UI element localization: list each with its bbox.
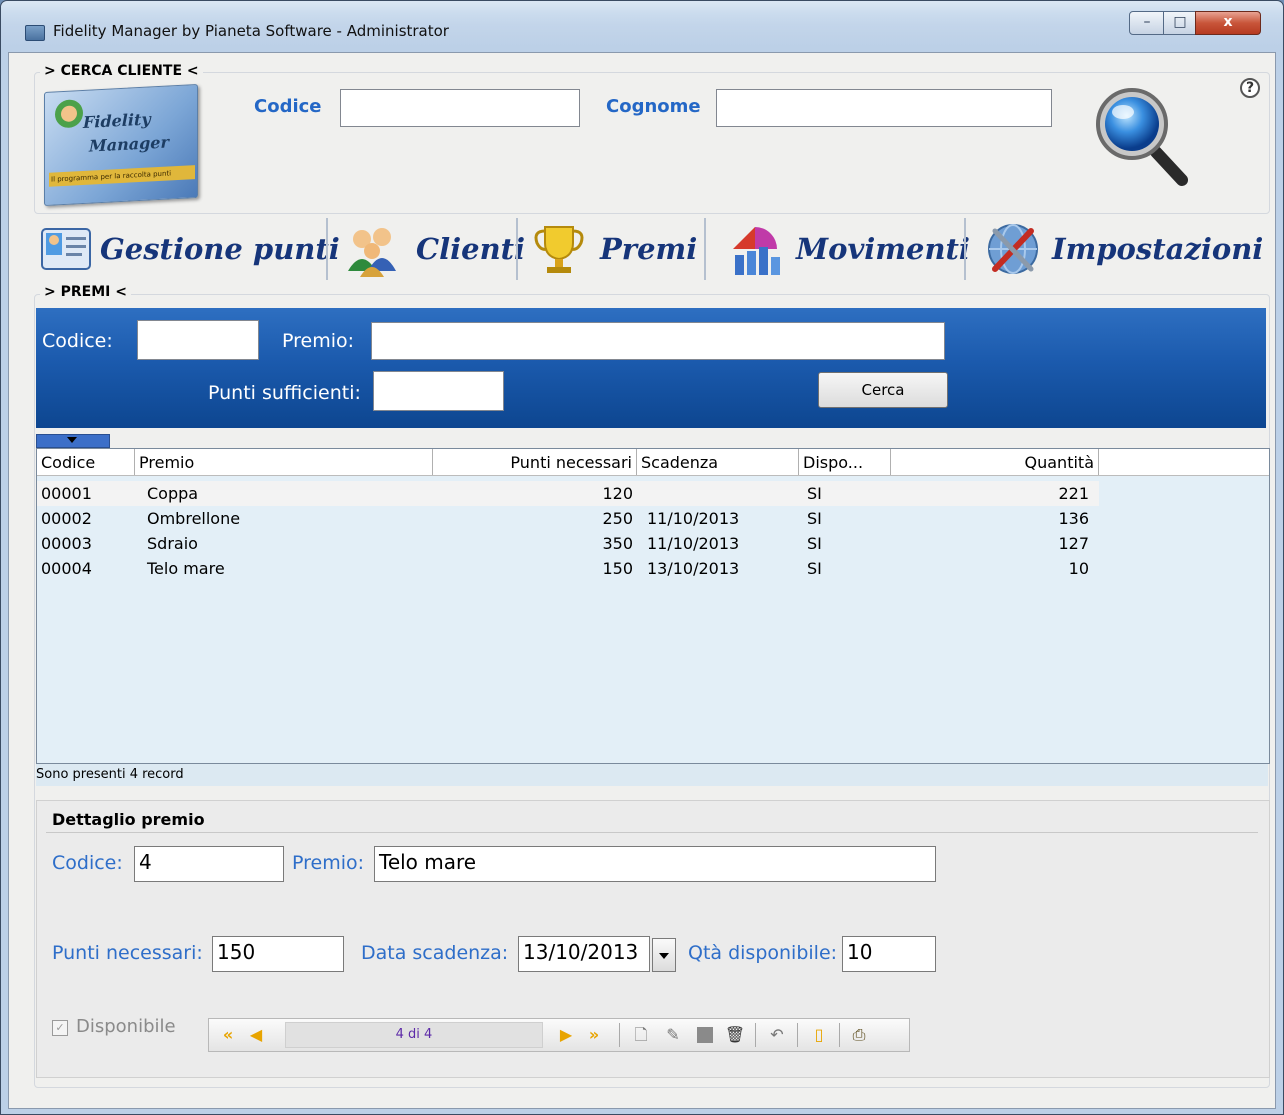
grid-expand-toggle[interactable] [36, 434, 110, 448]
users-icon [348, 228, 396, 277]
disponibile-label: Disponibile [76, 1016, 176, 1037]
first-record-icon[interactable]: « [215, 1023, 241, 1047]
nav-separator [326, 218, 328, 280]
nav-clienti[interactable]: Clienti [334, 216, 525, 282]
print-icon[interactable]: ⎙ [847, 1023, 871, 1047]
nav-label: Movimenti [796, 232, 970, 266]
chevron-down-icon [659, 953, 669, 959]
punti-sufficienti-label: Punti sufficienti: [208, 382, 361, 404]
nav-label: Clienti [416, 232, 526, 266]
divider [46, 832, 1258, 833]
record-count-status: Sono presenti 4 record [36, 764, 1268, 786]
next-record-icon[interactable]: ▶ [555, 1023, 577, 1047]
column-header-disponibile[interactable]: Dispo... [799, 449, 891, 475]
column-header-scadenza[interactable]: Scadenza [637, 449, 799, 475]
column-header-quantita[interactable]: Quantità [891, 449, 1099, 475]
cerca-cliente-group [34, 72, 1270, 214]
trophy-icon [534, 226, 584, 273]
column-header-punti[interactable]: Punti necessari [433, 449, 637, 475]
qta-disponibile-input[interactable]: 10 [842, 936, 936, 972]
table-row[interactable]: 00002 Ombrellone 250 11/10/2013 SI 136 [37, 506, 1099, 531]
record-navigator: « ◀ 4 di 4 ▶ » 🗋 ✎ 🗑 ↶ ▯ ⎙ [208, 1018, 910, 1052]
premi-premio-input[interactable] [371, 322, 945, 360]
new-record-icon[interactable]: 🗋 [629, 1023, 653, 1047]
last-record-icon[interactable]: » [581, 1023, 607, 1047]
nav-label: Gestione punti [100, 232, 340, 266]
chart-icon [733, 227, 780, 275]
disponibile-checkbox[interactable]: ✓ [52, 1020, 68, 1036]
table-row[interactable]: 00001 Coppa 120 SI 221 [37, 481, 1099, 506]
delete-record-icon[interactable]: 🗑 [723, 1023, 747, 1047]
minimize-button[interactable]: – [1129, 11, 1165, 35]
edit-record-icon[interactable]: ✎ [661, 1023, 685, 1047]
exit-icon[interactable]: ▯ [807, 1023, 831, 1047]
detail-codice-input[interactable]: 4 [134, 846, 284, 882]
help-icon[interactable]: ? [1240, 78, 1260, 98]
nav-label: Impostazioni [1052, 232, 1264, 266]
premi-legend: > PREMI < [40, 284, 131, 300]
codice-label: Codice [254, 96, 322, 117]
undo-icon[interactable]: ↶ [765, 1023, 789, 1047]
detail-premio-label: Premio: [292, 852, 365, 874]
premi-grid: Codice Premio Punti necessari Scadenza D… [36, 448, 1270, 764]
dettaglio-premio-title: Dettaglio premio [52, 810, 205, 829]
window-title: Fidelity Manager by Pianeta Software - A… [53, 22, 449, 40]
nav-separator [516, 218, 518, 280]
date-dropdown-button[interactable] [652, 938, 676, 972]
cerca-cliente-legend: > CERCA CLIENTE < [40, 63, 203, 79]
nav-separator [704, 218, 706, 280]
punti-necessari-input[interactable]: 150 [212, 936, 344, 972]
app-icon [25, 25, 45, 41]
nav-movimenti[interactable]: Movimenti [720, 216, 970, 282]
close-button[interactable]: x [1195, 11, 1261, 35]
card-icon [41, 228, 91, 270]
detail-premio-input[interactable]: Telo mare [374, 846, 936, 882]
previous-record-icon[interactable]: ◀ [245, 1023, 267, 1047]
maximize-button[interactable]: □ [1163, 11, 1197, 35]
cerca-button[interactable]: Cerca [818, 372, 948, 408]
person-icon [55, 98, 83, 129]
grid-header: Codice Premio Punti necessari Scadenza D… [37, 449, 1269, 476]
save-record-icon[interactable] [693, 1023, 717, 1047]
fidelity-manager-logo: Fidelity Manager Il programma per la rac… [44, 83, 198, 207]
premi-codice-label: Codice: [42, 330, 113, 352]
cognome-label: Cognome [606, 96, 701, 117]
nav-premi[interactable]: Premi [524, 216, 697, 282]
data-scadenza-input[interactable]: 13/10/2013 [518, 936, 650, 972]
punti-necessari-label: Punti necessari: [52, 942, 203, 964]
search-icon[interactable] [1090, 82, 1190, 186]
column-header-codice[interactable]: Codice [37, 449, 135, 475]
nav-gestione-punti[interactable]: Gestione punti [38, 216, 340, 282]
punti-sufficienti-input[interactable] [373, 371, 504, 411]
cerca-codice-input[interactable] [340, 89, 580, 127]
table-row[interactable]: 00004 Telo mare 150 13/10/2013 SI 10 [37, 556, 1099, 581]
cerca-cognome-input[interactable] [716, 89, 1052, 127]
table-row[interactable]: 00003 Sdraio 350 11/10/2013 SI 127 [37, 531, 1099, 556]
premi-premio-label: Premio: [282, 330, 355, 352]
column-header-premio[interactable]: Premio [135, 449, 433, 475]
nav-impostazioni[interactable]: Impostazioni [980, 216, 1263, 282]
nav-separator [964, 218, 966, 280]
nav-label: Premi [600, 232, 698, 266]
premi-codice-input[interactable] [137, 320, 259, 360]
data-scadenza-label: Data scadenza: [361, 942, 509, 964]
detail-codice-label: Codice: [52, 852, 123, 874]
qta-disponibile-label: Qtà disponibile: [688, 942, 838, 964]
settings-icon [988, 224, 1038, 274]
record-position: 4 di 4 [285, 1022, 543, 1048]
